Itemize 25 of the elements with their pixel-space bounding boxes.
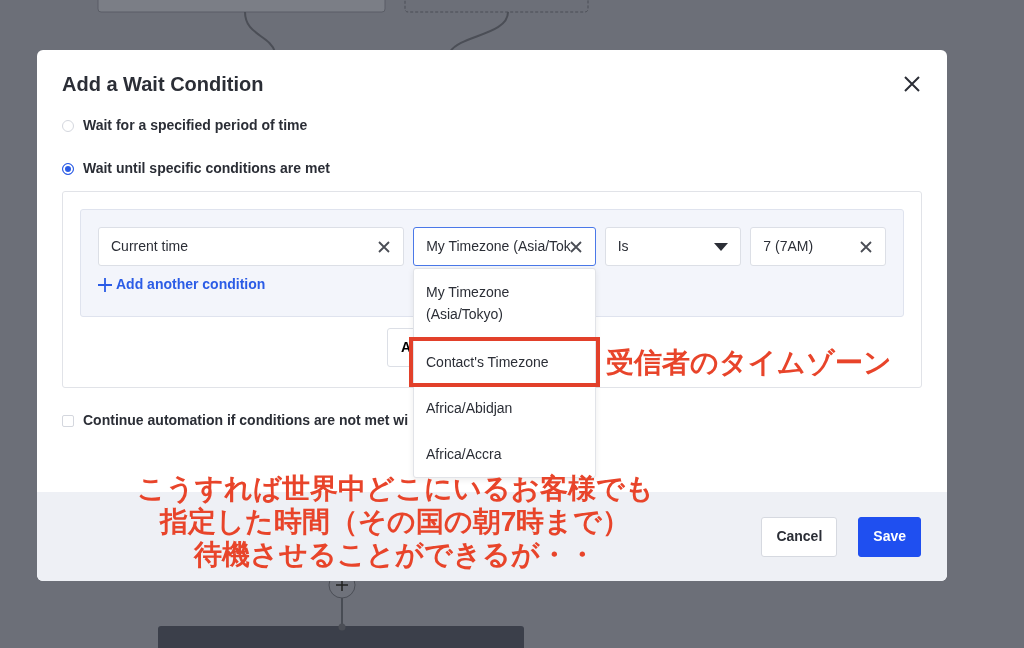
annotation-text: 待機させることができるが・・ [194, 538, 596, 571]
select-field[interactable]: Is [604, 227, 742, 266]
save-button[interactable]: Save [858, 516, 921, 557]
checkbox-label: Continue automation if conditions are not met wi [83, 411, 409, 430]
caret-icon [714, 242, 729, 251]
annotation-text: こうすれば世界中どこにいるお客様でも [136, 472, 654, 505]
add-condition-link[interactable]: Add another condition [98, 274, 266, 295]
radio-label: Wait for a specified period of time [83, 116, 308, 135]
annotation-text: 指定した時間（その国の朝7時まで） [159, 505, 631, 538]
plus-icon [98, 277, 112, 292]
input-field[interactable]: My Timezone (Asia/Tok [413, 227, 596, 266]
checkbox[interactable] [62, 414, 74, 427]
annotation-text: 受信者のタイムゾーン [606, 346, 892, 380]
dropdown-item[interactable]: My Timezone (Asia/Tokyo) [414, 269, 544, 337]
clear-icon[interactable] [859, 239, 873, 254]
cancel-button[interactable]: Cancel [761, 516, 838, 557]
close-icon[interactable] [902, 74, 922, 94]
dialog-title: Add a Wait Condition [62, 72, 264, 96]
radio-button[interactable] [62, 162, 74, 175]
input-field[interactable]: 7 (7AM) [750, 227, 886, 266]
dropdown-item[interactable]: Contact's Timezone [411, 339, 598, 385]
dropdown-item[interactable]: Africa/Abidjan [414, 385, 595, 431]
clear-icon[interactable] [377, 239, 392, 254]
radio-label: Wait until specific conditions are met [83, 159, 330, 178]
input-field[interactable]: Current time [98, 227, 405, 266]
